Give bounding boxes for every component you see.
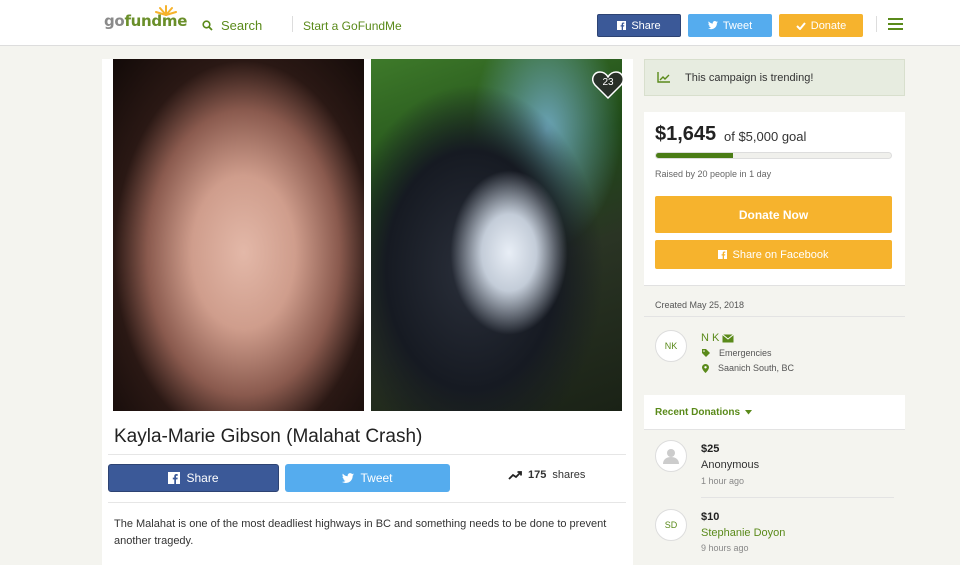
donor-name: Anonymous (701, 459, 760, 471)
hamburger-menu-icon[interactable] (888, 18, 903, 30)
header-share-button[interactable]: Share (597, 14, 681, 37)
campaign-story: The Malahat is one of the most deadliest… (114, 518, 607, 547)
nav-divider (292, 16, 293, 32)
raised-amount: $1,645 (655, 123, 717, 145)
facebook-share-button[interactable]: Share (108, 464, 279, 492)
header-donate-button[interactable]: Donate (779, 14, 863, 37)
donation-time: 1 hour ago (701, 476, 745, 486)
facebook-icon (617, 21, 627, 30)
twitter-icon (342, 472, 355, 483)
campaign-photo-portrait[interactable] (113, 59, 364, 411)
donate-now-button[interactable]: Donate Now (655, 196, 892, 233)
facebook-icon (168, 472, 181, 484)
share-count: 175 shares (508, 469, 585, 481)
campaign-title: Kayla-Marie Gibson (Malahat Crash) (114, 426, 423, 447)
nav-divider (876, 16, 877, 32)
organizer-name-link[interactable]: N K (701, 332, 735, 344)
envelope-icon[interactable] (722, 333, 735, 343)
recent-donations-header[interactable]: Recent Donations (644, 395, 905, 430)
location-pin-icon (702, 363, 709, 373)
donation-time: 9 hours ago (701, 543, 749, 553)
search-icon (202, 20, 213, 31)
organizer-location: Saanich South, BC (702, 363, 794, 373)
twitter-icon (707, 21, 718, 30)
trending-banner: This campaign is trending! (644, 59, 905, 96)
tag-icon (702, 349, 710, 357)
gofundme-logo[interactable]: gofundme (104, 5, 187, 30)
divider (644, 316, 905, 317)
search-label: Search (221, 18, 263, 33)
organizer-category: Emergencies (702, 348, 772, 358)
raised-by-text: Raised by 20 people in 1 day (655, 169, 772, 179)
anonymous-avatar-icon (655, 440, 687, 472)
donation-amount: $10 (701, 511, 720, 523)
campaign-card: 23 Kayla-Marie Gibson (Malahat Crash) Sh… (102, 59, 633, 565)
caret-down-icon (745, 410, 753, 415)
trending-up-icon (508, 470, 522, 480)
donation-panel: $1,645 of $5,000 goal Raised by 20 peopl… (644, 112, 905, 286)
donor-name-link[interactable]: Stephanie Doyon (701, 527, 785, 539)
top-nav: gofundme Search Start a GoFundMe Share T… (0, 0, 960, 46)
start-gofundme-link[interactable]: Start a GoFundMe (303, 19, 402, 33)
progress-bar (655, 152, 892, 159)
share-on-facebook-button[interactable]: Share on Facebook (655, 240, 892, 269)
divider (108, 454, 626, 455)
divider (701, 497, 894, 498)
facebook-icon (718, 250, 728, 259)
goal-text: of $5,000 goal (724, 129, 807, 144)
campaign-photo-crash[interactable] (371, 59, 622, 411)
header-tweet-button[interactable]: Tweet (688, 14, 772, 37)
created-date: Created May 25, 2018 (655, 300, 745, 310)
progress-fill (656, 153, 734, 158)
heart-count: 23 (602, 77, 614, 88)
check-icon (796, 21, 806, 30)
divider (108, 502, 626, 503)
trending-chart-icon (657, 72, 670, 83)
sun-rays-icon (155, 5, 177, 16)
donation-amount: $25 (701, 443, 720, 455)
search-link[interactable]: Search (202, 18, 262, 33)
organizer-avatar[interactable]: NK (655, 330, 687, 362)
donor-avatar: SD (655, 509, 687, 541)
tweet-button[interactable]: Tweet (285, 464, 450, 492)
